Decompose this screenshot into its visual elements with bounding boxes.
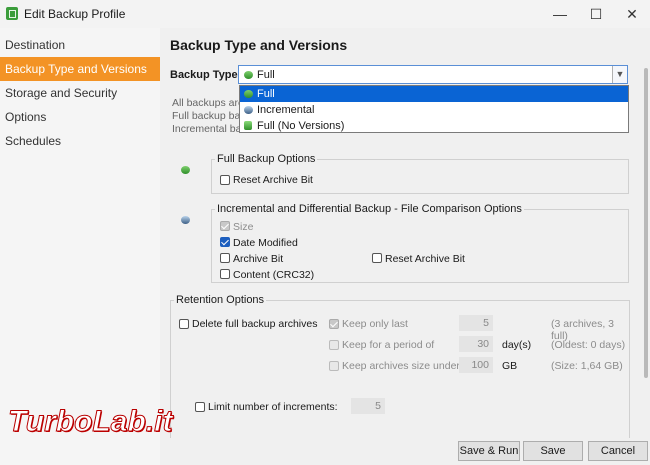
- delete-full-archives-checkbox[interactable]: [179, 319, 189, 329]
- keep-size-checkbox[interactable]: [329, 361, 339, 371]
- limit-increments-input[interactable]: 5: [351, 398, 385, 414]
- window-title: Edit Backup Profile: [24, 7, 126, 21]
- group-title: Incremental and Differential Backup - Fi…: [215, 203, 524, 215]
- group-title: Retention Options: [174, 294, 267, 306]
- keep-only-last-checkbox[interactable]: [329, 319, 339, 329]
- keep-size-input[interactable]: 100: [459, 357, 493, 373]
- sidebar-item-options[interactable]: Options: [0, 105, 160, 129]
- backup-type-selected: Full: [257, 69, 275, 81]
- archive-bit-checkbox[interactable]: [220, 253, 230, 263]
- checkbox-label: Date Modified: [233, 237, 298, 249]
- app-icon: [6, 7, 18, 20]
- incremental-options-group: Incremental and Differential Backup - Fi…: [211, 203, 629, 283]
- checkbox-label: Reset Archive Bit: [385, 253, 465, 265]
- checkbox-label: Size: [233, 221, 254, 233]
- full-backup-icon: [244, 71, 253, 79]
- maximize-button[interactable]: ☐: [578, 4, 614, 24]
- sidebar-item-backup-type[interactable]: Backup Type and Versions: [0, 57, 160, 81]
- description-line: Incremental bac: [172, 123, 247, 135]
- save-button[interactable]: Save: [523, 441, 583, 461]
- incremental-backup-icon: [244, 106, 253, 114]
- sidebar-item-destination[interactable]: Destination: [0, 33, 160, 57]
- sidebar-item-storage-security[interactable]: Storage and Security: [0, 81, 160, 105]
- keep-size-info: (Size: 1,64 GB): [551, 360, 623, 372]
- date-modified-checkbox[interactable]: [220, 237, 230, 247]
- checkbox-label: Keep only last: [342, 318, 408, 330]
- size-checkbox[interactable]: [220, 221, 230, 231]
- option-label: Incremental: [257, 104, 315, 116]
- checkbox-label: Reset Archive Bit: [233, 174, 313, 186]
- full-backup-options-group: Full Backup Options Reset Archive Bit: [211, 153, 629, 194]
- checkbox-label: Content (CRC32): [233, 269, 315, 281]
- checkbox-label: Keep for a period of: [342, 339, 435, 351]
- option-label: Full (No Versions): [257, 120, 345, 132]
- full-no-versions-icon: [244, 121, 252, 130]
- option-incremental[interactable]: Incremental: [240, 102, 628, 118]
- backup-type-label: Backup Type:: [170, 69, 242, 81]
- vertical-scrollbar[interactable]: [640, 28, 650, 438]
- option-label: Full: [257, 88, 275, 100]
- scrollbar-thumb[interactable]: [644, 68, 648, 378]
- reset-archive-bit-checkbox[interactable]: [372, 253, 382, 263]
- minimize-button[interactable]: —: [542, 4, 578, 24]
- option-full-no-versions[interactable]: Full (No Versions): [240, 118, 628, 134]
- keep-period-info: (Oldest: 0 days): [551, 339, 626, 351]
- group-title: Full Backup Options: [215, 153, 318, 165]
- keep-period-unit: day(s): [502, 339, 532, 351]
- description-line: All backups are: [172, 97, 244, 109]
- save-run-button[interactable]: Save & Run: [458, 441, 520, 461]
- backup-type-select[interactable]: Full ▼: [238, 65, 628, 84]
- sidebar: Destination Backup Type and Versions Sto…: [0, 28, 160, 465]
- checkbox-label: Archive Bit: [233, 253, 284, 265]
- content-crc32-checkbox[interactable]: [220, 269, 230, 279]
- title-bar: Edit Backup Profile — ☐ ✕: [0, 0, 650, 28]
- full-backup-icon: [244, 90, 253, 98]
- cancel-button[interactable]: Cancel: [588, 441, 648, 461]
- option-full[interactable]: Full: [240, 86, 628, 102]
- keep-period-input[interactable]: 30: [459, 336, 493, 352]
- checkbox-label: Keep archives size under: [342, 360, 460, 372]
- main-panel: Backup Type and Versions Backup Type: Al…: [160, 28, 650, 438]
- page-title: Backup Type and Versions: [170, 37, 348, 53]
- keep-size-unit: GB: [502, 360, 518, 372]
- sidebar-item-schedules[interactable]: Schedules: [0, 129, 160, 153]
- keep-only-last-input[interactable]: 5: [459, 315, 493, 331]
- checkbox-label: Delete full backup archives: [192, 318, 318, 330]
- limit-increments-checkbox[interactable]: [195, 402, 205, 412]
- incremental-backup-icon: [181, 216, 190, 224]
- reset-archive-bit-checkbox[interactable]: [220, 175, 230, 185]
- backup-type-dropdown: Full Incremental Full (No Versions): [239, 85, 629, 133]
- close-button[interactable]: ✕: [614, 4, 650, 24]
- chevron-down-icon[interactable]: ▼: [612, 66, 627, 83]
- watermark-logo: TurboLab.it: [7, 405, 173, 439]
- checkbox-label: Limit number of increments:: [208, 401, 338, 413]
- footer-bar: Save & Run Save Cancel: [160, 438, 650, 465]
- keep-period-checkbox[interactable]: [329, 340, 339, 350]
- full-backup-icon: [181, 166, 190, 174]
- retention-options-group: Retention Options Delete full backup arc…: [170, 294, 630, 438]
